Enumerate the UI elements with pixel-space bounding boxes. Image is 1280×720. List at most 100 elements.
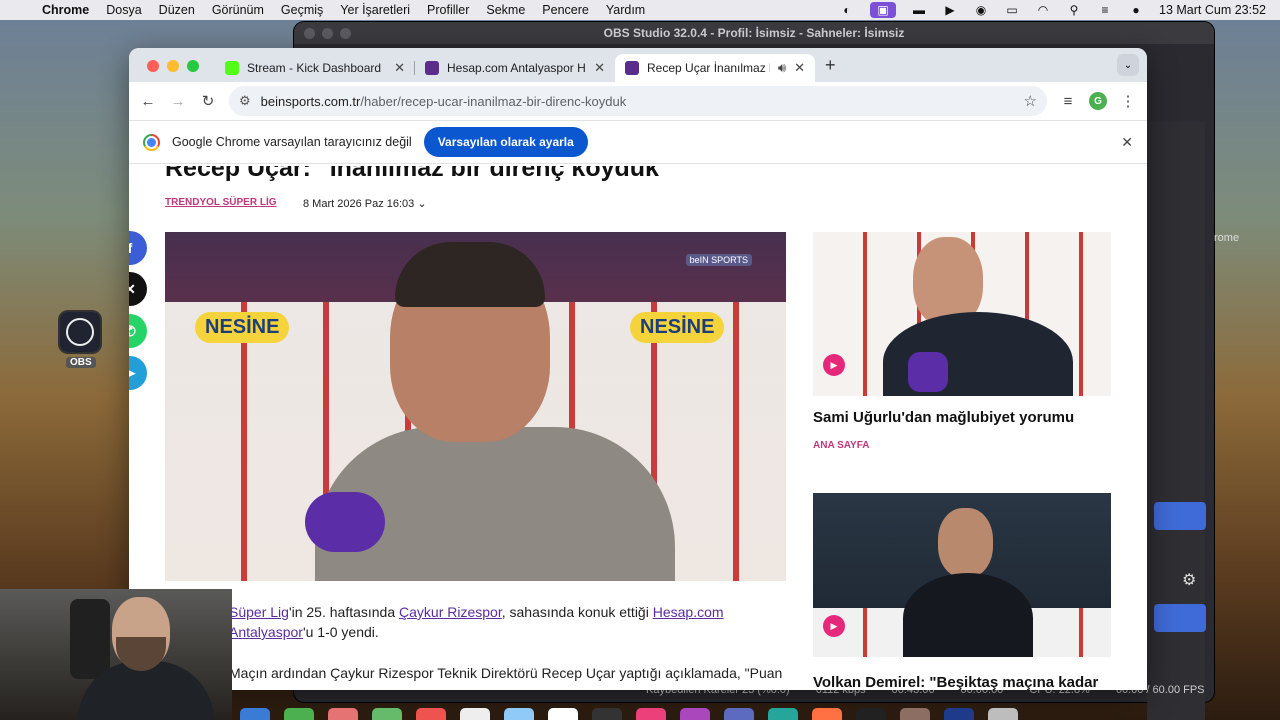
- chrome-window: Stream - Kick Dashboard ✕ Hesap.com Anta…: [129, 48, 1147, 690]
- url-path: /haber/recep-ucar-inanilmaz-bir-direnc-k…: [360, 93, 627, 109]
- link-hesap-com[interactable]: Hesap.com: [653, 604, 724, 620]
- play-icon[interactable]: ▶: [823, 615, 845, 637]
- dock-app-icon[interactable]: [328, 708, 358, 720]
- screen-record-icon[interactable]: ▣: [870, 2, 896, 18]
- control-center-icon[interactable]: ≡: [1097, 3, 1113, 17]
- tab-antalyaspor-news[interactable]: Hesap.com Antalyaspor Habe ✕: [415, 54, 615, 82]
- tab-close-icon[interactable]: ✕: [794, 60, 805, 76]
- play-icon[interactable]: ▶: [823, 354, 845, 376]
- dock-app-icon[interactable]: [768, 708, 798, 720]
- tab-close-icon[interactable]: ✕: [394, 60, 405, 76]
- infobar-message: Google Chrome varsayılan tarayıcınız değ…: [172, 135, 412, 149]
- menu-item-sekme[interactable]: Sekme: [486, 3, 525, 17]
- link-antalyaspor[interactable]: Antalyaspor: [229, 624, 303, 640]
- menu-item-yardim[interactable]: Yardım: [606, 3, 645, 17]
- sidebar-headline-1[interactable]: Sami Uğurlu'dan mağlubiyet yorumu: [813, 409, 1074, 426]
- paragraph-text: 'u 1-0 yendi.: [302, 624, 379, 640]
- infobar-close-icon[interactable]: ✕: [1121, 134, 1133, 151]
- menu-app-name[interactable]: Chrome: [42, 3, 89, 17]
- forward-arrow-icon[interactable]: →: [169, 93, 187, 110]
- dock-app-icon[interactable]: [636, 708, 666, 720]
- obs-settings-gear-icon[interactable]: ⚙: [1182, 570, 1196, 590]
- telegram-icon[interactable]: ➤: [129, 356, 147, 390]
- obs-status-icon[interactable]: ◐: [839, 3, 855, 17]
- microphone-image: [305, 492, 385, 552]
- dock-app-icon[interactable]: [592, 708, 622, 720]
- tab-audio-icon[interactable]: 🔊︎: [778, 60, 786, 76]
- sidebar-image-1[interactable]: ▶: [813, 232, 1111, 396]
- menu-item-yer-isaretleri[interactable]: Yer İşaretleri: [340, 3, 410, 17]
- dock-app-icon[interactable]: [284, 708, 314, 720]
- new-tab-button[interactable]: +: [825, 55, 836, 76]
- menu-item-gecmis[interactable]: Geçmiş: [281, 3, 323, 17]
- battery-icon[interactable]: ▭: [1004, 3, 1020, 17]
- sidebar-image-2[interactable]: ▶: [813, 493, 1111, 657]
- obs-start-streaming-button[interactable]: [1154, 502, 1206, 530]
- dock-app-icon[interactable]: [856, 708, 886, 720]
- menu-clock[interactable]: 13 Mart Cum 23:52: [1159, 3, 1266, 17]
- paragraph-text: , sahasında konuk ettiği: [501, 604, 653, 620]
- dock-app-icon[interactable]: [240, 708, 270, 720]
- car-icon[interactable]: ▬: [911, 3, 927, 17]
- obs-window-title: OBS Studio 32.0.4 - Profil: İsimsiz - Sa…: [603, 26, 905, 40]
- siri-icon[interactable]: ●: [1128, 3, 1144, 17]
- url-host: beinsports.com.tr: [260, 93, 361, 109]
- menu-item-gorunum[interactable]: Görünüm: [212, 3, 264, 17]
- dock-app-icon[interactable]: [504, 708, 534, 720]
- facebook-icon[interactable]: f: [129, 231, 147, 265]
- dock-app-icon[interactable]: [988, 708, 1018, 720]
- article-date-text: 8 Mart 2026 Paz 16:03: [303, 198, 415, 210]
- whatsapp-icon[interactable]: ✆: [129, 314, 147, 348]
- dock-app-icon[interactable]: [416, 708, 446, 720]
- dock-app-icon[interactable]: [944, 708, 974, 720]
- link-caykur-rizespor[interactable]: Çaykur Rizespor: [399, 604, 502, 620]
- kebab-menu-icon[interactable]: ⋮: [1119, 92, 1137, 110]
- dock: [240, 708, 1240, 720]
- dock-app-icon[interactable]: [724, 708, 754, 720]
- tab-kick-dashboard[interactable]: Stream - Kick Dashboard ✕: [215, 54, 415, 82]
- reading-list-icon[interactable]: ≡: [1059, 93, 1077, 110]
- wifi-icon[interactable]: ◠: [1035, 3, 1051, 17]
- site-info-icon[interactable]: ⚙: [239, 93, 251, 109]
- url-text[interactable]: beinsports.com.tr/haber/recep-ucar-inani…: [261, 94, 1014, 109]
- article-main-image: NESİNE NESİNE beIN SPORTS: [165, 232, 786, 581]
- x-icon[interactable]: ✕: [129, 272, 147, 306]
- dock-app-icon[interactable]: [900, 708, 930, 720]
- tab-recep-ucar[interactable]: Recep Uçar İnanılmaz bir 🔊︎ ✕: [615, 54, 815, 82]
- set-default-button[interactable]: Varsayılan olarak ayarla: [423, 127, 588, 157]
- article-paragraph: Maçın ardından Çaykur Rizespor Teknik Di…: [229, 665, 783, 681]
- obs-title-bar: OBS Studio 32.0.4 - Profil: İsimsiz - Sa…: [294, 22, 1214, 44]
- zoom-window-button[interactable]: [187, 60, 199, 72]
- sidebar-category-1[interactable]: ANA SAYFA: [813, 440, 870, 451]
- dock-app-icon[interactable]: [680, 708, 710, 720]
- sidebar-headline-2[interactable]: Volkan Demirel: "Beşiktaş maçına kadar: [813, 674, 1098, 690]
- tab-title: Hesap.com Antalyaspor Habe: [447, 61, 586, 75]
- tab-search-chevron-icon[interactable]: ⌄: [1117, 54, 1139, 76]
- article-category-link[interactable]: TRENDYOL SÜPER LİG: [165, 197, 277, 208]
- tab-title: Recep Uçar İnanılmaz bir: [647, 61, 770, 75]
- address-bar[interactable]: ⚙ beinsports.com.tr/haber/recep-ucar-ina…: [229, 86, 1047, 116]
- broadcast-tag: beIN SPORTS: [685, 254, 752, 266]
- play-icon[interactable]: ▶: [942, 3, 958, 17]
- reload-icon[interactable]: ↻: [199, 92, 217, 110]
- search-icon[interactable]: ⚲: [1066, 3, 1082, 17]
- menu-item-profiller[interactable]: Profiller: [427, 3, 469, 17]
- menu-item-duzen[interactable]: Düzen: [159, 3, 195, 17]
- dock-app-icon[interactable]: [460, 708, 490, 720]
- obs-desktop-icon[interactable]: [60, 312, 100, 352]
- menu-item-dosya[interactable]: Dosya: [106, 3, 141, 17]
- menu-item-pencere[interactable]: Pencere: [542, 3, 589, 17]
- link-super-lig[interactable]: Süper Lig: [229, 604, 289, 620]
- airdrop-icon[interactable]: ◉: [973, 3, 989, 17]
- tab-close-icon[interactable]: ✕: [594, 60, 605, 76]
- dock-app-icon[interactable]: [372, 708, 402, 720]
- close-window-button[interactable]: [147, 60, 159, 72]
- profile-avatar[interactable]: G: [1089, 92, 1107, 110]
- dock-app-icon[interactable]: [812, 708, 842, 720]
- minimize-window-button[interactable]: [167, 60, 179, 72]
- dock-app-icon[interactable]: [548, 708, 578, 720]
- article-date[interactable]: 8 Mart 2026 Paz 16:03 ⌄: [303, 197, 427, 210]
- bookmark-star-icon[interactable]: ☆: [1024, 92, 1037, 110]
- back-arrow-icon[interactable]: ←: [139, 93, 157, 110]
- obs-start-recording-button[interactable]: [1154, 604, 1206, 632]
